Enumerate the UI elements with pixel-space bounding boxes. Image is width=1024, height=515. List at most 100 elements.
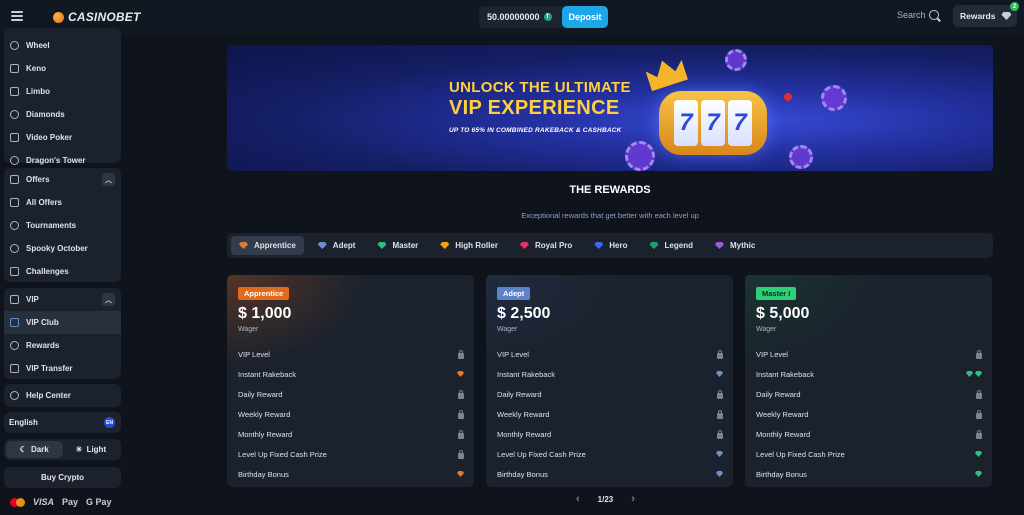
benefit-status <box>976 409 982 419</box>
sidebar-item-challenges[interactable]: Challenges <box>4 260 121 283</box>
tab-adept[interactable]: Adept <box>310 236 364 255</box>
tab-master[interactable]: Master <box>369 236 426 255</box>
section-label: VIP <box>26 295 39 304</box>
sidebar-item-rewards[interactable]: Rewards <box>4 334 121 357</box>
sidebar-item-label: Keno <box>26 64 46 73</box>
benefit-label: Instant Rakeback <box>238 369 296 379</box>
logo[interactable]: CASINOBET <box>53 10 140 24</box>
sidebar-item-wheel[interactable]: Wheel <box>4 34 121 57</box>
deposit-button[interactable]: Deposit <box>562 6 608 28</box>
tier-gem-icon <box>649 242 659 249</box>
benefit-status <box>458 429 464 439</box>
tab-mythic[interactable]: Mythic <box>707 236 763 255</box>
sun-icon: ☀ <box>75 445 83 454</box>
section-label: Offers <box>26 175 50 184</box>
sidebar-item-diamonds[interactable]: Diamonds <box>4 103 121 126</box>
banner-headline: UNLOCK THE ULTIMATE <box>449 79 631 96</box>
wallet-balance[interactable]: 50.00000000 T Deposit <box>479 6 608 28</box>
benefit-list: VIP Level Instant Rakeback Daily Reward Wee… <box>238 344 464 484</box>
rewards-section-subtitle: Exceptional rewards that get better with… <box>521 211 699 220</box>
moon-icon: ☾ <box>19 445 27 454</box>
challenge-icon <box>10 267 19 276</box>
lock-icon <box>976 429 982 439</box>
lock-icon <box>717 349 723 359</box>
language-label: English <box>9 418 38 427</box>
tab-royal-pro[interactable]: Royal Pro <box>512 236 580 255</box>
tab-label: Royal Pro <box>534 241 573 250</box>
vip-promo-banner[interactable]: UNLOCK THE ULTIMATE VIP EXPERIENCE UP TO… <box>227 45 993 171</box>
benefit-row: Daily Reward <box>497 384 723 404</box>
chevron-right-icon[interactable]: › <box>631 493 635 505</box>
benefit-row: Level Up Fixed Cash Prize <box>238 444 464 464</box>
benefit-row: Daily Reward <box>238 384 464 404</box>
buy-crypto-button[interactable]: Buy Crypto <box>4 467 121 488</box>
lock-icon <box>976 349 982 359</box>
lock-icon <box>458 409 464 419</box>
sidebar-item-label: Limbo <box>26 87 50 96</box>
benefit-row: Monthly Reward <box>756 424 982 444</box>
sidebar: Wheel Keno Limbo Diamonds Video Poker Dr… <box>0 28 128 515</box>
wager-amount: $ 5,000 <box>756 305 810 322</box>
tab-label: Apprentice <box>254 241 296 250</box>
benefit-row: Birthday Bonus <box>756 464 982 484</box>
benefit-row: Instant Rakeback <box>238 364 464 384</box>
benefit-status <box>457 471 464 477</box>
benefit-status <box>716 471 723 477</box>
benefit-label: Level Up Fixed Cash Prize <box>756 449 845 459</box>
tab-legend[interactable]: Legend <box>642 236 701 255</box>
benefit-label: Level Up Fixed Cash Prize <box>497 449 586 459</box>
benefit-row: Instant Rakeback <box>497 364 723 384</box>
casino-chip-icon <box>789 145 813 169</box>
tier-badge: Master I <box>756 287 797 300</box>
benefit-status <box>717 409 723 419</box>
chevron-left-icon[interactable]: ‹ <box>576 493 580 505</box>
unlocked-gem-icon <box>966 371 973 377</box>
tab-apprentice[interactable]: Apprentice <box>231 236 304 255</box>
benefit-label: Instant Rakeback <box>756 369 814 379</box>
menu-icon[interactable] <box>11 11 23 21</box>
benefit-row: Level Up Fixed Cash Prize <box>497 444 723 464</box>
vip-tier-tabs: Apprentice Adept Master High Roller Royal Pr… <box>227 233 993 258</box>
sidebar-item-spooky-october[interactable]: Spooky October <box>4 237 121 260</box>
lock-icon <box>458 429 464 439</box>
diamond-icon <box>1001 12 1012 20</box>
tier-card-adept: Adept $ 2,500 Wager VIP Level Instant Rakeba… <box>486 275 733 487</box>
search-button[interactable]: Search <box>897 10 939 20</box>
sidebar-item-help-center[interactable]: Help Center <box>4 384 121 407</box>
benefit-label: Weekly Reward <box>756 409 809 419</box>
sidebar-item-limbo[interactable]: Limbo <box>4 80 121 103</box>
sidebar-item-label: VIP Club <box>26 318 59 327</box>
sidebar-vip-header[interactable]: VIP ︿ <box>4 288 121 311</box>
benefit-status <box>717 389 723 399</box>
sidebar-item-vip-club[interactable]: VIP Club <box>4 311 121 334</box>
rewards-button[interactable]: Rewards 2 <box>953 2 1019 27</box>
sidebar-item-keno[interactable]: Keno <box>4 57 121 80</box>
tier-gem-icon <box>440 242 450 249</box>
benefit-status <box>716 371 723 377</box>
theme-dark-option[interactable]: ☾ Dark <box>6 441 63 458</box>
chevron-up-icon[interactable]: ︿ <box>102 293 115 306</box>
language-selector[interactable]: English EN <box>4 412 121 433</box>
slot-reel: 7 <box>674 100 698 146</box>
benefit-label: Instant Rakeback <box>497 369 555 379</box>
tab-label: Adept <box>332 241 356 250</box>
unlocked-gem-icon <box>716 451 723 457</box>
benefit-label: Monthly Reward <box>756 429 811 439</box>
unlocked-gem-icon <box>975 451 982 457</box>
tower-icon <box>10 156 19 165</box>
tab-label: High Roller <box>455 241 498 250</box>
sidebar-item-label: Challenges <box>26 267 69 276</box>
wager-label: Wager <box>497 326 518 333</box>
lock-icon <box>458 349 464 359</box>
theme-label: Dark <box>30 445 49 454</box>
lock-icon <box>717 429 723 439</box>
sidebar-item-vip-transfer[interactable]: VIP Transfer <box>4 357 121 379</box>
tier-card-apprentice: Apprentice $ 1,000 Wager VIP Level Instant R… <box>227 275 474 487</box>
tab-hero[interactable]: Hero <box>586 236 635 255</box>
sidebar-item-video-poker[interactable]: Video Poker <box>4 126 121 149</box>
wager-label: Wager <box>756 326 777 333</box>
benefit-label: Monthly Reward <box>238 429 293 439</box>
payment-methods: VISA Pay G Pay <box>10 497 112 507</box>
theme-light-option[interactable]: ☀ Light <box>63 441 120 458</box>
tab-high-roller[interactable]: High Roller <box>432 236 506 255</box>
